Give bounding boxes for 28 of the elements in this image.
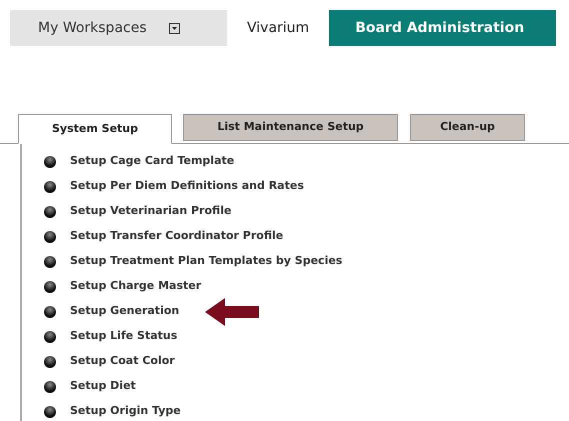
workspaces-menu[interactable]: My Workspaces (10, 10, 227, 46)
bullet-icon (44, 230, 56, 242)
bullet-icon (44, 330, 56, 342)
bullet-icon (44, 280, 56, 292)
bullet-icon (44, 306, 56, 318)
bullet-icon (44, 356, 56, 368)
setup-link[interactable]: Setup Generation (70, 303, 180, 320)
setup-link[interactable]: Setup Charge Master (70, 278, 202, 295)
setup-link[interactable]: Setup Treatment Plan Templates by Species (70, 253, 342, 270)
setup-link[interactable]: Setup Coat Color (70, 353, 175, 370)
setup-link[interactable]: Setup Transfer Coordinator Profile (70, 228, 284, 245)
dropdown-icon[interactable] (168, 22, 180, 34)
tab[interactable]: List Maintenance Setup (183, 114, 398, 141)
setup-link[interactable]: Setup Per Diem Definitions and Rates (70, 178, 304, 195)
bullet-icon (44, 156, 56, 168)
setup-link[interactable]: Setup Origin Type (70, 403, 181, 420)
bullet-icon (44, 380, 56, 392)
setup-link[interactable]: Setup Life Status (70, 328, 178, 345)
tab[interactable]: Clean-up (410, 114, 525, 141)
bullet-icon (44, 256, 56, 268)
setup-link[interactable]: Setup Diet (70, 378, 136, 395)
setup-link[interactable]: Setup Cage Card Template (70, 153, 234, 170)
bullet-icon (44, 180, 56, 192)
bullet-icon (44, 406, 56, 418)
bullet-icon (44, 206, 56, 218)
tab[interactable]: System Setup (18, 114, 172, 144)
nav-tab[interactable]: Board Administration (329, 10, 556, 46)
setup-link[interactable]: Setup Veterinarian Profile (70, 203, 232, 220)
